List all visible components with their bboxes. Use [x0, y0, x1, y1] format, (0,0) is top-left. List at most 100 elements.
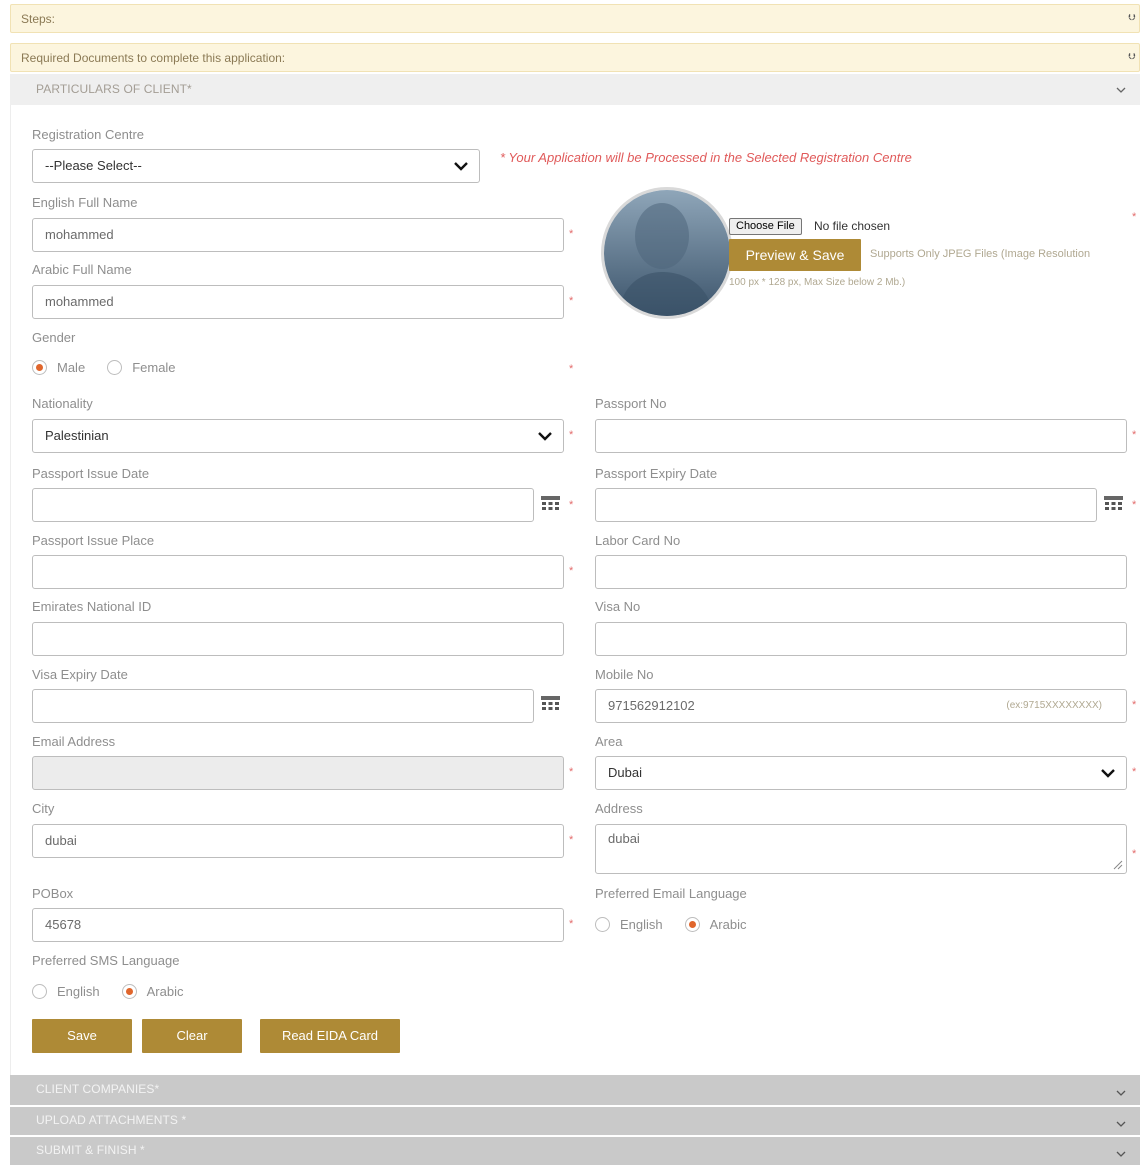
area-value: Dubai [608, 765, 642, 780]
preferred-sms-language-radio-group: English Arabic [32, 984, 206, 999]
address-textarea[interactable]: dubai [595, 824, 1127, 874]
emirates-national-id-label: Emirates National ID [32, 599, 152, 614]
email-language-arabic-label: Arabic [709, 917, 747, 932]
email-language-english-radio[interactable] [595, 917, 610, 932]
pobox-label: POBox [32, 886, 74, 901]
preferred-sms-language-label: Preferred SMS Language [32, 953, 180, 968]
passport-no-input[interactable] [595, 419, 1127, 453]
registration-centre-select[interactable]: --Please Select-- [32, 149, 480, 183]
passport-issue-date-input[interactable] [32, 488, 534, 522]
english-full-name-value: mohammed [45, 227, 114, 242]
save-button[interactable]: Save [32, 1019, 132, 1053]
chevron-down-icon [1116, 1090, 1126, 1096]
section-submit-finish[interactable]: SUBMIT & FINISH * [10, 1137, 1140, 1165]
passport-expiry-date-input[interactable] [595, 488, 1097, 522]
required-mark: * [569, 834, 574, 846]
labor-card-no-input[interactable] [595, 555, 1127, 589]
calendar-icon[interactable] [540, 695, 561, 715]
arabic-full-name-value: mohammed [45, 294, 114, 309]
avatar-silhouette-icon [604, 190, 730, 316]
resize-grip-icon[interactable] [1113, 860, 1123, 870]
passport-issue-date-label: Passport Issue Date [32, 466, 150, 481]
gender-male-radio[interactable] [32, 360, 47, 375]
labor-card-no-label: Labor Card No [595, 533, 681, 548]
required-mark: * [569, 363, 574, 375]
sms-language-arabic-radio[interactable] [121, 984, 137, 999]
emirates-national-id-input[interactable] [32, 622, 564, 656]
passport-issue-place-label: Passport Issue Place [32, 533, 155, 548]
passport-expiry-date-label: Passport Expiry Date [595, 466, 718, 481]
gender-male-label: Male [57, 360, 86, 375]
supports-note: Supports Only JPEG Files (Image Resoluti… [870, 248, 1091, 260]
email-address-input[interactable] [32, 756, 564, 790]
address-value: dubai [608, 831, 640, 846]
supports-note-continued: 100 px * 128 px, Max Size below 2 Mb.) [729, 277, 906, 288]
nationality-label: Nationality [32, 396, 93, 411]
avatar [601, 187, 733, 319]
email-language-arabic-radio[interactable] [684, 917, 700, 932]
section-particulars-of-client[interactable]: PARTICULARS OF CLIENT* [10, 74, 1140, 105]
required-documents-accordion[interactable]: Required Documents to complete this appl… [10, 43, 1140, 72]
particulars-panel: Registration Centre --Please Select-- * … [10, 105, 1140, 1075]
section-title: SUBMIT & FINISH * [36, 1143, 145, 1157]
required-mark: * [569, 918, 574, 930]
email-address-label: Email Address [32, 734, 116, 749]
sms-language-english-radio[interactable] [32, 984, 47, 999]
read-eida-card-button[interactable]: Read EIDA Card [260, 1019, 400, 1053]
visa-expiry-date-label: Visa Expiry Date [32, 667, 128, 682]
steps-accordion[interactable]: Steps: ⮋ [10, 4, 1140, 33]
registration-centre-value: --Please Select-- [45, 158, 142, 173]
sms-language-english-label: English [57, 984, 100, 999]
preview-save-button[interactable]: Preview & Save [729, 239, 861, 271]
preferred-email-language-label: Preferred Email Language [595, 886, 747, 901]
file-status: No file chosen [814, 219, 891, 233]
area-label: Area [595, 734, 623, 749]
chevron-down-icon [1116, 1121, 1126, 1127]
chevron-down-icon [1101, 769, 1115, 778]
steps-label: Steps: [21, 12, 56, 26]
section-title: PARTICULARS OF CLIENT* [36, 82, 192, 96]
required-mark: * [569, 766, 574, 778]
email-language-english-label: English [620, 917, 663, 932]
section-upload-attachments[interactable]: UPLOAD ATTACHMENTS * [10, 1107, 1140, 1135]
gender-female-radio[interactable] [107, 360, 123, 375]
clear-button[interactable]: Clear [142, 1019, 242, 1053]
nationality-value: Palestinian [45, 428, 109, 443]
registration-centre-notice: * Your Application will be Processed in … [500, 150, 912, 165]
pobox-value: 45678 [45, 917, 82, 932]
pobox-input[interactable]: 45678 [32, 908, 564, 942]
gender-female-label: Female [132, 360, 176, 375]
section-title: UPLOAD ATTACHMENTS * [36, 1113, 187, 1127]
calendar-icon[interactable] [540, 495, 561, 515]
arabic-full-name-input[interactable]: mohammed [32, 285, 564, 319]
sms-language-arabic-label: Arabic [146, 984, 184, 999]
required-mark: * [569, 295, 574, 307]
visa-expiry-date-input[interactable] [32, 689, 534, 723]
required-mark: * [569, 429, 574, 441]
english-full-name-input[interactable]: mohammed [32, 218, 564, 252]
chevron-down-icon [454, 162, 468, 171]
nationality-select[interactable]: Palestinian [32, 419, 564, 453]
required-mark: * [1132, 429, 1137, 441]
mobile-no-hint: (ex:9715XXXXXXXX) [1006, 700, 1102, 711]
choose-file-button[interactable]: Choose File [729, 218, 802, 235]
required-mark: * [1132, 499, 1137, 511]
section-title: CLIENT COMPANIES* [36, 1082, 160, 1096]
required-mark: * [1132, 211, 1137, 223]
visa-no-label: Visa No [595, 599, 641, 614]
passport-no-label: Passport No [595, 396, 667, 411]
section-client-companies[interactable]: CLIENT COMPANIES* [10, 1075, 1140, 1105]
required-mark: * [569, 499, 574, 511]
chevron-down-icon [1116, 1151, 1126, 1157]
area-select[interactable]: Dubai [595, 756, 1127, 790]
calendar-icon[interactable] [1103, 495, 1124, 515]
mobile-no-value: 971562912102 [608, 698, 695, 713]
gender-label: Gender [32, 330, 76, 345]
visa-no-input[interactable] [595, 622, 1127, 656]
english-full-name-label: English Full Name [32, 195, 138, 210]
passport-issue-place-input[interactable] [32, 555, 564, 589]
city-value: dubai [45, 833, 77, 848]
mobile-no-input[interactable]: 971562912102 (ex:9715XXXXXXXX) [595, 689, 1127, 723]
double-chevron-down-icon: ⮋ [1128, 12, 1135, 22]
city-input[interactable]: dubai [32, 824, 564, 858]
